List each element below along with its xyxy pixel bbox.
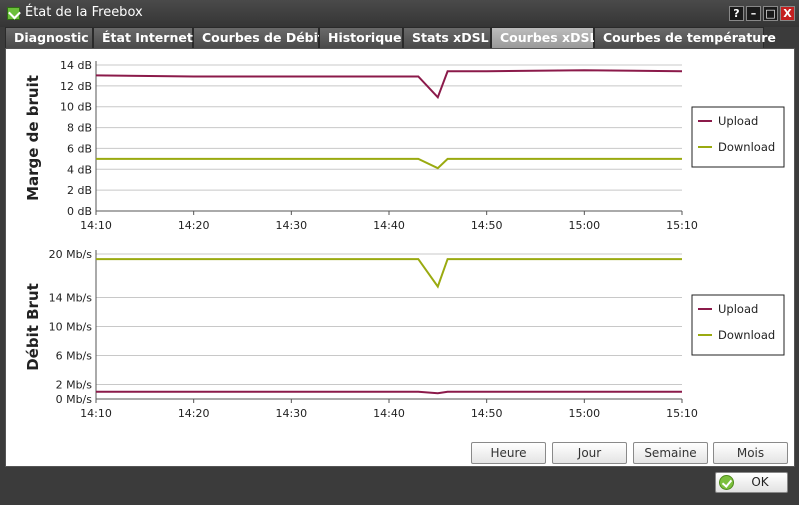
freebox-app-icon bbox=[7, 7, 20, 20]
window-title: État de la Freebox bbox=[25, 5, 143, 20]
x-tick-label: 14:40 bbox=[373, 219, 405, 232]
y-axis-title: Marge de bruit bbox=[24, 75, 42, 201]
x-tick-label: 15:10 bbox=[666, 407, 698, 420]
y-tick-label: 14 Mb/s bbox=[49, 292, 93, 305]
period-button-jour[interactable]: Jour bbox=[552, 442, 627, 464]
series-line-upload bbox=[96, 390, 682, 395]
y-tick-label: 10 dB bbox=[60, 101, 92, 114]
y-tick-label: 8 dB bbox=[67, 122, 92, 135]
x-tick-label: 15:10 bbox=[666, 219, 698, 232]
x-tick-label: 14:20 bbox=[178, 407, 210, 420]
x-tick-label: 15:00 bbox=[568, 407, 600, 420]
x-tick-label: 14:40 bbox=[373, 407, 405, 420]
tab-stats-xdsl[interactable]: Stats xDSL bbox=[403, 27, 491, 48]
y-tick-label: 12 dB bbox=[60, 80, 92, 93]
footer-bar bbox=[0, 467, 799, 505]
x-tick-label: 14:30 bbox=[275, 407, 307, 420]
series-line-download bbox=[96, 258, 682, 289]
y-tick-label: 6 Mb/s bbox=[56, 350, 93, 363]
check-icon bbox=[719, 475, 734, 490]
tab-courbes-xdsl[interactable]: Courbes xDSL bbox=[491, 27, 597, 48]
y-tick-label: 10 Mb/s bbox=[49, 321, 93, 334]
x-tick-label: 14:10 bbox=[80, 407, 112, 420]
y-tick-label: 14 dB bbox=[60, 59, 92, 72]
y-tick-label: 0 Mb/s bbox=[56, 393, 93, 406]
legend-label: Download bbox=[718, 140, 775, 154]
tab-historique[interactable]: Historique bbox=[319, 27, 403, 48]
tab-courbes-temperature[interactable]: Courbes de température bbox=[594, 27, 776, 48]
y-tick-label: 2 dB bbox=[67, 184, 92, 197]
legend-label: Upload bbox=[718, 114, 758, 128]
y-tick-label: 4 dB bbox=[67, 163, 92, 176]
x-tick-label: 14:10 bbox=[80, 219, 112, 232]
period-button-heure[interactable]: Heure bbox=[471, 442, 546, 464]
tab-etat-internet[interactable]: État Internet bbox=[93, 27, 193, 48]
freebox-status-window: État de la Freebox ? – □ X Diagnostic Ét… bbox=[0, 0, 799, 505]
charts-canvas: 0 dB 2 dB 4 dB 6 dB 8 dB 10 dB 12 dB 14 dB 14:10… bbox=[24, 59, 785, 420]
y-tick-label: 0 dB bbox=[67, 205, 92, 218]
x-tick-label: 14:30 bbox=[275, 219, 307, 232]
minimize-button[interactable]: – bbox=[746, 6, 761, 21]
y-tick-label: 20 Mb/s bbox=[49, 248, 93, 261]
tab-diagnostic[interactable]: Diagnostic bbox=[5, 27, 93, 48]
legend-label: Upload bbox=[718, 302, 758, 316]
x-tick-label: 14:50 bbox=[471, 219, 503, 232]
ok-button[interactable]: OK bbox=[715, 472, 788, 493]
close-button[interactable]: X bbox=[780, 6, 795, 21]
x-tick-label: 14:20 bbox=[178, 219, 210, 232]
period-button-mois[interactable]: Mois bbox=[713, 442, 788, 464]
chart-panel: 0 dB 2 dB 4 dB 6 dB 8 dB 10 dB 12 dB 14 dB 14:10… bbox=[5, 48, 795, 467]
legend-label: Download bbox=[718, 328, 775, 342]
series-line-upload bbox=[95, 69, 683, 100]
series-line-download bbox=[96, 157, 682, 170]
help-button[interactable]: ? bbox=[729, 6, 744, 21]
y-axis-title: Débit Brut bbox=[24, 283, 42, 371]
x-tick-label: 14:50 bbox=[471, 407, 503, 420]
period-button-semaine[interactable]: Semaine bbox=[633, 442, 708, 464]
y-tick-label: 6 dB bbox=[67, 142, 92, 155]
title-bar[interactable]: État de la Freebox ? – □ X bbox=[0, 0, 799, 27]
tab-bar: Diagnostic État Internet Courbes de Débi… bbox=[5, 27, 795, 48]
tab-courbes-debit[interactable]: Courbes de Débit bbox=[193, 27, 324, 48]
maximize-button[interactable]: □ bbox=[763, 6, 778, 21]
ok-label: OK bbox=[751, 475, 769, 489]
x-tick-label: 15:00 bbox=[568, 219, 600, 232]
y-tick-label: 2 Mb/s bbox=[56, 379, 93, 392]
